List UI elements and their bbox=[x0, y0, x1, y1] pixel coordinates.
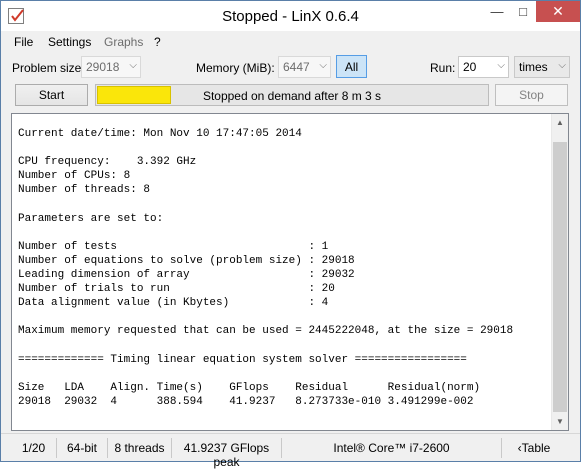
console-line: Parameters are set to: bbox=[18, 212, 164, 225]
chevron-down-icon: ⌵ bbox=[319, 60, 327, 71]
run-unit-combo[interactable]: times ⌵ bbox=[514, 56, 570, 78]
status-cpu: Intel® Core™ i7-2600 bbox=[282, 438, 502, 458]
stop-button[interactable]: Stop bbox=[495, 84, 568, 106]
minimize-icon[interactable]: — bbox=[484, 1, 510, 22]
output-console[interactable]: Current date/time: Mon Nov 10 17:47:05 2… bbox=[11, 113, 569, 431]
console-line: Number of trials to run : 20 bbox=[18, 283, 335, 296]
run-count-combo[interactable]: 20 ⌵ bbox=[458, 56, 509, 78]
console-line: 29018 29032 4 388.594 41.9237 8.273733e-… bbox=[18, 395, 474, 408]
all-memory-button[interactable]: All bbox=[336, 55, 367, 78]
start-button[interactable]: Start bbox=[15, 84, 88, 106]
console-line: CPU frequency: 3.392 GHz bbox=[18, 156, 197, 169]
console-line: Number of tests : 1 bbox=[18, 240, 329, 253]
vertical-scrollbar[interactable]: ▲ ▼ bbox=[551, 114, 568, 430]
menu-graphs[interactable]: Graphs bbox=[104, 35, 143, 49]
menu-file[interactable]: File bbox=[14, 35, 33, 49]
console-line: Number of CPUs: 8 bbox=[18, 170, 131, 183]
menu-settings[interactable]: Settings bbox=[48, 35, 91, 49]
app-window: Stopped - LinX 0.6.4 — □ ✕ File Settings… bbox=[0, 0, 581, 469]
problem-size-label: Problem size: bbox=[12, 61, 85, 75]
problem-size-combo[interactable]: 29018 ⌵ bbox=[81, 56, 141, 78]
menu-bar: File Settings Graphs ? bbox=[1, 31, 580, 53]
console-output: Current date/time: Mon Nov 10 17:47:05 2… bbox=[18, 127, 513, 409]
close-icon[interactable]: ✕ bbox=[536, 1, 580, 22]
memory-combo[interactable]: 6447 ⌵ bbox=[278, 56, 331, 78]
console-line: Number of equations to solve (problem si… bbox=[18, 254, 355, 267]
status-trial: 1/20 bbox=[11, 438, 57, 458]
progress-bar: Stopped on demand after 8 m 3 s bbox=[95, 84, 489, 106]
console-line: ============= Timing linear equation sys… bbox=[18, 353, 467, 366]
run-unit-value: times bbox=[519, 60, 548, 74]
title-bar[interactable]: Stopped - LinX 0.6.4 — □ ✕ bbox=[1, 1, 580, 31]
scroll-up-icon[interactable]: ▲ bbox=[552, 114, 568, 131]
run-count-value: 20 bbox=[463, 60, 477, 74]
chevron-down-icon: ⌵ bbox=[497, 60, 505, 71]
table-toggle[interactable]: ‹Table bbox=[502, 438, 566, 458]
console-line: Data alignment value (in Kbytes) : 4 bbox=[18, 297, 329, 310]
scroll-thumb[interactable] bbox=[553, 142, 567, 412]
chevron-down-icon: ⌵ bbox=[558, 60, 566, 71]
menu-help[interactable]: ? bbox=[154, 35, 161, 49]
console-line: Number of threads: 8 bbox=[18, 184, 151, 197]
status-bits: 64-bit bbox=[57, 438, 108, 458]
status-message: Stopped on demand after 8 m 3 s bbox=[202, 89, 382, 103]
memory-value: 6447 bbox=[283, 60, 310, 74]
maximize-icon[interactable]: □ bbox=[510, 1, 536, 22]
chevron-down-icon: ⌵ bbox=[129, 60, 137, 71]
console-line: Size LDA Align. Time(s) GFlops Residual … bbox=[18, 381, 481, 394]
console-line: Current date/time: Mon Nov 10 17:47:05 2… bbox=[18, 128, 302, 140]
console-line: Maximum memory requested that can be use… bbox=[18, 325, 514, 338]
memory-label: Memory (MiB): bbox=[196, 61, 275, 75]
scroll-down-icon[interactable]: ▼ bbox=[552, 413, 568, 430]
toolbar: Problem size: 29018 ⌵ Memory (MiB): 6447… bbox=[1, 53, 580, 83]
run-label: Run: bbox=[430, 61, 456, 75]
console-line: Leading dimension of array : 29032 bbox=[18, 268, 355, 281]
status-bar: 1/20 64-bit 8 threads 41.9237 GFlops pea… bbox=[1, 433, 580, 469]
status-peak: 41.9237 GFlops peak bbox=[172, 438, 282, 469]
problem-size-value: 29018 bbox=[86, 60, 120, 74]
status-threads: 8 threads bbox=[108, 438, 172, 458]
